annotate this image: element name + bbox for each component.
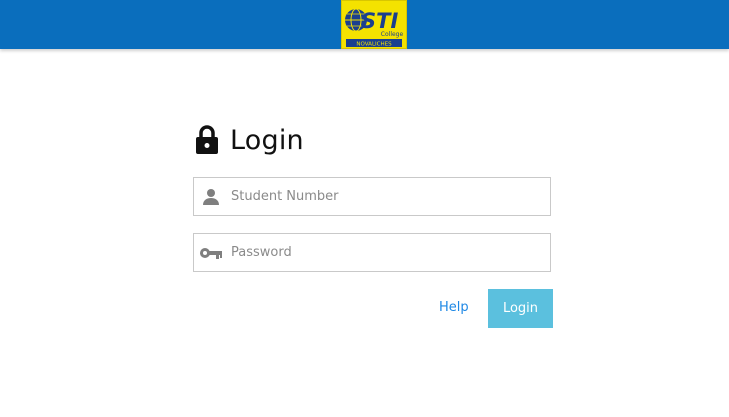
- sti-college-logo[interactable]: STI College NOVALICHES: [341, 0, 407, 49]
- login-button[interactable]: Login: [488, 289, 553, 328]
- svg-text:NOVALICHES: NOVALICHES: [356, 42, 392, 48]
- student-number-field[interactable]: [193, 177, 551, 216]
- key-icon: [194, 234, 228, 271]
- password-input[interactable]: [228, 235, 550, 270]
- help-link[interactable]: Help: [439, 300, 469, 315]
- lock-icon: [196, 125, 218, 154]
- student-number-input[interactable]: [228, 179, 550, 214]
- top-navbar: STI College NOVALICHES: [0, 0, 729, 49]
- login-title: Login: [230, 124, 304, 156]
- person-icon: [194, 178, 228, 215]
- login-heading: Login: [193, 120, 304, 160]
- svg-text:STI: STI: [361, 9, 398, 33]
- svg-text:College: College: [381, 31, 404, 38]
- sti-logo-graphic: STI College NOVALICHES: [345, 8, 404, 48]
- password-field[interactable]: [193, 233, 551, 272]
